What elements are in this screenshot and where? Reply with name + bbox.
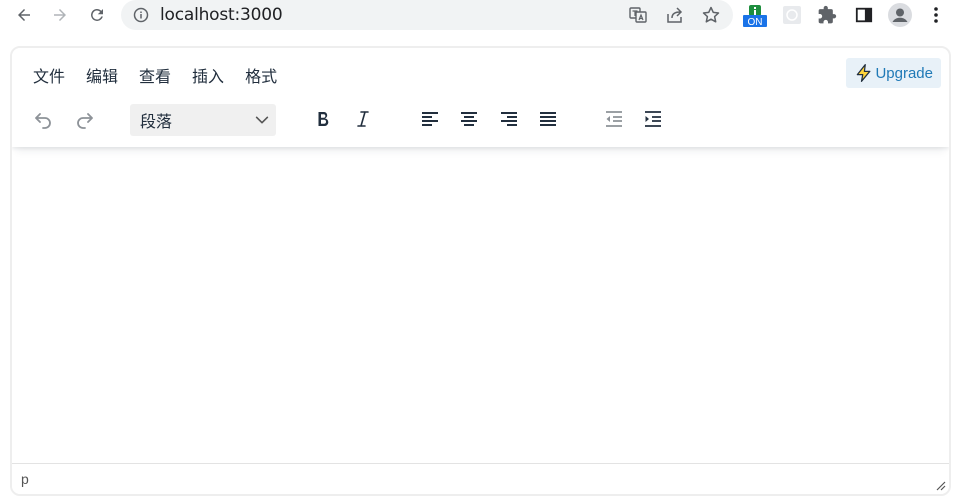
italic-button[interactable] [346,102,380,136]
align-left-button[interactable] [413,102,447,136]
address-bar[interactable]: localhost:3000 [121,0,733,30]
lightning-icon [857,64,871,82]
block-format-select[interactable]: 段落 [130,104,276,136]
avatar-icon [888,3,912,27]
share-icon[interactable] [665,5,685,25]
align-right-button[interactable] [492,102,526,136]
editor-toolbar: 段落 [12,100,949,140]
align-justify-icon [540,112,556,126]
italic-icon [357,111,369,127]
redo-icon [77,113,93,129]
align-center-button[interactable] [452,102,486,136]
editor-header: 文件 编辑 查看 插入 格式 Upgrade 段落 [12,48,949,147]
arrow-right-icon [54,9,66,21]
resize-handle-icon[interactable] [934,479,946,491]
chevron-down-icon [255,116,269,124]
editor-statusbar: p [12,463,949,494]
menu-file[interactable]: 文件 [23,57,75,93]
redo-button[interactable] [68,102,102,136]
extension-on-button[interactable]: ON [743,3,767,27]
menubar: 文件 编辑 查看 插入 格式 [23,57,288,93]
puzzle-icon [818,5,837,24]
block-format-value: 段落 [140,114,173,131]
browser-menu-button[interactable] [924,3,948,27]
star-icon[interactable] [701,5,721,25]
arrow-left-icon [18,9,30,21]
reload-button[interactable] [84,2,110,28]
bold-button[interactable] [306,102,340,136]
outdent-button[interactable] [597,102,631,136]
rich-text-editor: 文件 编辑 查看 插入 格式 Upgrade 段落 p [10,46,951,496]
more-vert-icon [934,7,938,23]
align-justify-button[interactable] [531,102,565,136]
reload-icon [91,8,103,21]
element-path[interactable]: p [21,471,29,487]
svg-text:ON: ON [748,17,763,27]
menu-edit[interactable]: 编辑 [76,57,128,93]
outdent-icon [606,111,622,127]
extensions-button[interactable] [815,3,839,27]
menu-insert[interactable]: 插入 [182,57,234,93]
extension-on-icon: ON [743,5,767,27]
upgrade-button[interactable]: Upgrade [846,58,941,88]
editor-content-area[interactable] [12,147,949,465]
extension-grey-icon [783,6,801,24]
back-button[interactable] [11,2,37,28]
menu-format[interactable]: 格式 [235,57,287,93]
info-icon [133,7,149,23]
indent-button[interactable] [636,102,670,136]
undo-button[interactable] [26,102,60,136]
url-text: localhost:3000 [160,5,283,25]
upgrade-label: Upgrade [875,64,933,82]
menu-view[interactable]: 查看 [129,57,181,93]
forward-button[interactable] [47,2,73,28]
profile-button[interactable] [888,3,912,27]
extension-grey-button[interactable] [780,3,804,27]
align-center-icon [461,112,477,126]
browser-toolbar: localhost:3000 ON [0,0,961,30]
bold-icon [318,111,329,127]
side-panel-icon [855,7,873,23]
undo-icon [35,113,51,129]
align-right-icon [501,112,517,126]
translate-icon[interactable] [628,5,648,25]
align-left-icon [422,112,438,126]
indent-icon [645,111,661,127]
side-panel-button[interactable] [852,3,876,27]
